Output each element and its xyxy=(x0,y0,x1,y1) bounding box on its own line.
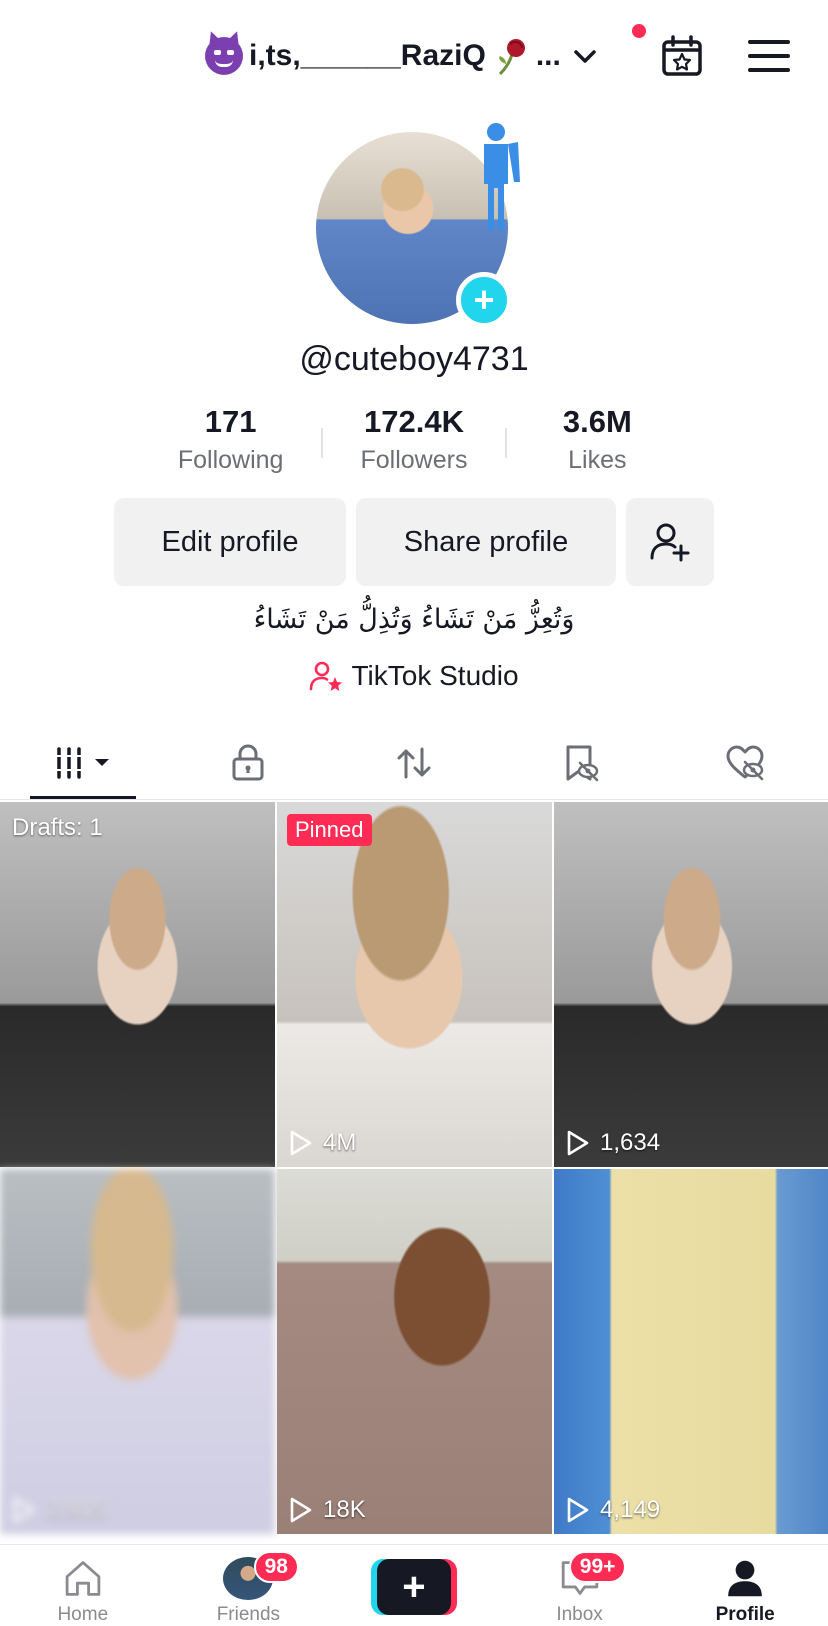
drafts-label: Drafts: 1 xyxy=(12,814,103,841)
pinned-badge: Pinned xyxy=(287,814,372,846)
standing-person-emoji-icon xyxy=(484,123,520,230)
profile-stats: 171 Following 172.4K Followers 3.6M Like… xyxy=(140,404,688,484)
tab-liked[interactable] xyxy=(662,726,828,799)
plus-icon: + xyxy=(376,1559,451,1615)
notification-dot xyxy=(632,24,646,38)
grid-icon xyxy=(54,746,109,779)
nav-inbox[interactable]: 99+ Inbox xyxy=(497,1545,663,1626)
nav-home[interactable]: Home xyxy=(0,1545,166,1626)
tab-videos[interactable] xyxy=(0,726,166,799)
view-count: 1,634 xyxy=(566,1129,660,1157)
view-count: 2,915 xyxy=(12,1496,106,1524)
video-thumbnail[interactable]: 2,915 xyxy=(0,1169,275,1534)
stat-value: 172.4K xyxy=(364,404,464,439)
username: @cuteboy4731 xyxy=(299,340,529,378)
play-icon xyxy=(13,1497,35,1523)
profile-icon xyxy=(728,1560,762,1597)
view-count-value: 4,149 xyxy=(600,1496,661,1523)
video-thumbnail[interactable]: Pinned 4M xyxy=(277,802,552,1167)
video-thumbnail[interactable]: 1,634 xyxy=(554,802,828,1167)
bottom-navigation: Home 98 Friends + 99+ Inbox Profile xyxy=(0,1544,828,1626)
play-icon xyxy=(567,1130,589,1156)
inbox-badge: 99+ xyxy=(568,1551,627,1583)
bookmark-hidden-icon xyxy=(566,745,598,781)
tab-reposts[interactable] xyxy=(331,726,497,799)
view-count: 4M xyxy=(289,1129,356,1157)
view-count: 4,149 xyxy=(566,1496,660,1524)
profile-actions: Edit profile Share profile xyxy=(114,498,714,586)
heart-hidden-icon xyxy=(726,745,764,780)
add-person-icon xyxy=(650,523,690,562)
view-count-value: 2,915 xyxy=(46,1496,107,1523)
nav-home-label: Home xyxy=(57,1604,109,1625)
play-icon xyxy=(567,1497,589,1523)
stat-followers[interactable]: 172.4K Followers xyxy=(323,404,504,484)
edit-profile-button[interactable]: Edit profile xyxy=(114,498,346,586)
stat-label: Following xyxy=(177,446,284,474)
view-count: 18K xyxy=(289,1496,366,1524)
content-tabs xyxy=(0,726,828,800)
play-icon xyxy=(290,1130,312,1156)
friends-badge: 98 xyxy=(253,1551,299,1583)
nav-friends-label: Friends xyxy=(216,1604,281,1625)
account-switcher[interactable]: i,ts,______RaziQ ... xyxy=(205,30,599,82)
chevron-down-icon xyxy=(574,50,596,63)
view-count-value: 4M xyxy=(323,1129,357,1156)
stat-label: Likes xyxy=(568,446,627,474)
stat-label: Followers xyxy=(360,446,468,474)
nav-friends[interactable]: 98 Friends xyxy=(166,1545,332,1626)
nav-profile-label: Profile xyxy=(715,1604,775,1625)
video-thumbnail[interactable]: 18K xyxy=(277,1169,552,1534)
stat-likes[interactable]: 3.6M Likes xyxy=(507,404,688,484)
name-ellipsis: ... xyxy=(535,39,561,72)
wilted-rose-emoji-icon xyxy=(498,39,525,76)
calendar-star-icon[interactable] xyxy=(660,34,704,78)
tab-favorites[interactable] xyxy=(497,726,663,799)
profile-bio: وَتُعِزُّ مَنْ تَشَاءُ وَتُذِلُّ مَنْ تَ… xyxy=(253,604,575,635)
display-name-text: i,ts,______RaziQ xyxy=(249,39,486,72)
stat-following[interactable]: 171 Following xyxy=(140,404,321,484)
view-count-value: 18K xyxy=(323,1496,366,1523)
smiling-devil-emoji-icon xyxy=(205,37,243,75)
person-star-icon xyxy=(310,661,343,691)
nav-profile[interactable]: Profile xyxy=(662,1545,828,1626)
stat-value: 171 xyxy=(204,404,257,439)
add-avatar-button[interactable]: + xyxy=(456,272,512,328)
tab-private[interactable] xyxy=(166,726,332,799)
add-friend-button[interactable] xyxy=(626,498,714,586)
tiktok-studio-link[interactable]: TikTok Studio xyxy=(0,660,828,692)
home-icon xyxy=(65,1561,101,1596)
studio-label: TikTok Studio xyxy=(351,660,519,691)
play-icon xyxy=(290,1497,312,1523)
share-profile-button[interactable]: Share profile xyxy=(356,498,616,586)
video-thumbnail[interactable]: 4,149 xyxy=(554,1169,828,1534)
repost-icon xyxy=(397,747,431,778)
nav-create[interactable]: + xyxy=(331,1545,497,1626)
stat-value: 3.6M xyxy=(562,404,632,439)
view-count-value: 1,634 xyxy=(600,1129,661,1156)
hamburger-menu-icon[interactable] xyxy=(748,38,790,74)
lock-icon xyxy=(232,743,264,780)
video-grid: Drafts: 1 Pinned 4M 1,634 2,915 18K 4,14… xyxy=(0,802,828,1534)
video-thumbnail[interactable]: Drafts: 1 xyxy=(0,802,275,1167)
top-bar: i,ts,______RaziQ ... xyxy=(0,0,828,110)
nav-inbox-label: Inbox xyxy=(556,1604,603,1625)
create-button[interactable]: + xyxy=(370,1559,457,1615)
